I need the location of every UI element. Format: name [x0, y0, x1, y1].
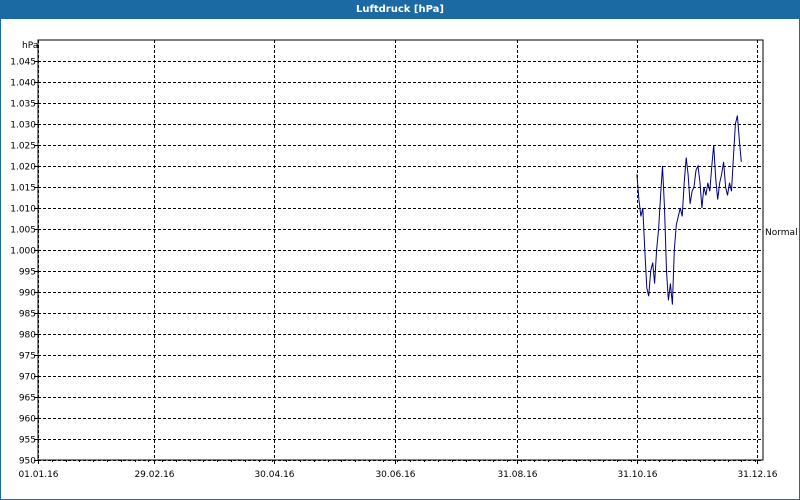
reference-label: Normal — [765, 228, 798, 238]
y-tick-label: 1.010 — [10, 205, 36, 215]
x-tick-label: 30.06.16 — [375, 470, 415, 480]
y-tick-label: 950 — [19, 457, 36, 467]
y-tick-label: 1.030 — [10, 121, 36, 131]
y-tick-label: 955 — [19, 436, 36, 446]
x-tick-label: 31.10.16 — [617, 470, 657, 480]
y-tick-label: 970 — [19, 373, 36, 383]
y-tick-label: 1.000 — [10, 247, 36, 257]
y-axis: 950 955 960 965 970 975 980 985 990 995 1.000 1.005… — [10, 58, 38, 467]
y-tick-label: 990 — [19, 289, 36, 299]
y-tick-label: 1.045 — [10, 58, 36, 68]
y-axis-label: hPa — [22, 41, 38, 51]
y-tick-label: 1.015 — [10, 184, 36, 194]
y-tick-label: 965 — [19, 394, 36, 404]
x-tick-label: 31.08.16 — [497, 470, 537, 480]
y-tick-label: 1.025 — [10, 142, 36, 152]
x-axis: 01.01.16 29.02.16 30.04.16 30.06.16 31.08.16… — [18, 460, 778, 480]
x-tick-label: 01.01.16 — [18, 470, 58, 480]
y-tick-label: 1.040 — [10, 79, 36, 89]
y-tick-label: 1.005 — [10, 226, 36, 236]
y-tick-label: 980 — [19, 331, 36, 341]
y-tick-label: 960 — [19, 415, 36, 425]
x-tick-label: 29.02.16 — [134, 470, 174, 480]
x-tick-label: 31.12.16 — [737, 470, 777, 480]
x-tick-label: 30.04.16 — [254, 470, 294, 480]
y-tick-label: 1.035 — [10, 100, 36, 110]
y-tick-label: 985 — [19, 310, 36, 320]
y-tick-label: 975 — [19, 352, 36, 362]
y-tick-label: 995 — [19, 268, 36, 278]
line-chart: 950 955 960 965 970 975 980 985 990 995 1.000 1.005… — [10, 39, 798, 480]
y-tick-label: 1.020 — [10, 163, 36, 173]
